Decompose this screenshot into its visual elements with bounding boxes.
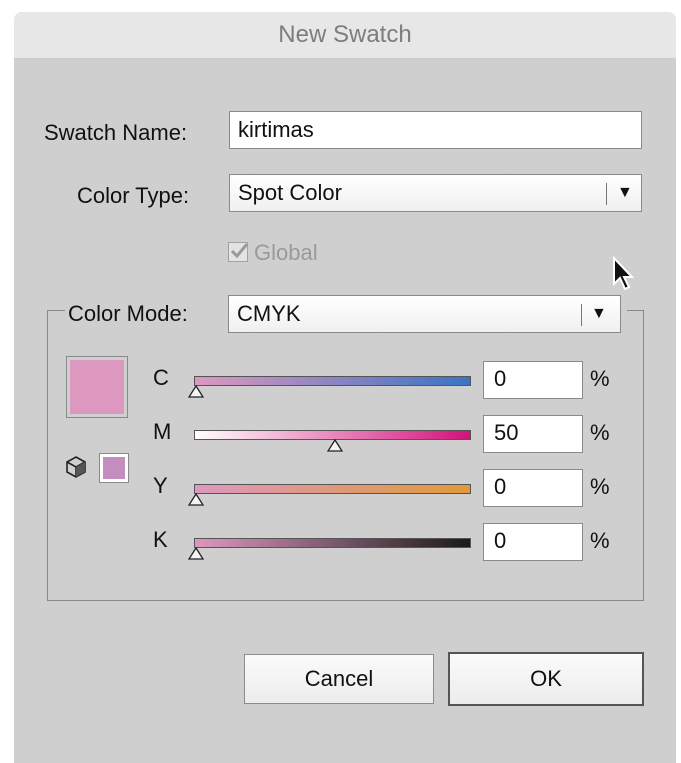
swatch-name-label: Swatch Name: [44,120,188,145]
slider-value-m[interactable]: 50 [483,415,583,453]
slider-thumb-c[interactable] [188,385,204,399]
slider-thumb-m[interactable] [326,439,343,453]
triangle-down-icon: ▼ [617,184,633,201]
checkmark-icon [228,242,249,262]
global-label: Global [254,240,318,265]
gamut-swatch[interactable] [99,453,129,483]
percent-label: % [590,474,610,499]
slider-value-c[interactable]: 0 [483,361,583,399]
percent-label: % [590,366,610,391]
slider-thumb-y[interactable] [188,493,204,507]
slider-letter-m: M [153,419,172,444]
slider-letter-k: K [153,527,168,552]
swatch-name-input[interactable]: kirtimas [229,111,642,149]
cube-icon[interactable] [64,455,88,479]
slider-letter-c: C [153,365,169,390]
triangle-down-icon: ▼ [591,305,607,322]
slider-value-k[interactable]: 0 [483,523,583,561]
ok-button[interactable]: OK [448,652,644,706]
color-mode-value: CMYK [237,301,301,326]
color-type-dropdown[interactable]: Spot Color ▼ [229,174,642,212]
slider-track-y[interactable] [194,484,471,494]
slider-thumb-k[interactable] [188,547,204,561]
new-swatch-dialog: New Swatch Swatch Name: kirtimas Color T… [14,12,676,763]
percent-label: % [590,528,610,553]
color-type-label: Color Type: [77,183,190,208]
dropdown-separator [606,183,607,205]
color-mode-dropdown[interactable]: CMYK ▼ [228,295,621,333]
slider-value-y[interactable]: 0 [483,469,583,507]
percent-label: % [590,420,610,445]
color-mode-label: Color Mode: [66,301,190,327]
arrow-cursor-icon [613,256,635,291]
dialog-title: New Swatch [14,12,676,59]
slider-track-c[interactable] [194,376,471,386]
slider-track-k[interactable] [194,538,471,548]
color-preview-swatch [66,356,128,418]
dropdown-separator [581,304,582,326]
color-type-value: Spot Color [238,180,342,205]
slider-letter-y: Y [153,473,168,498]
global-checkbox[interactable]: Global [228,240,318,266]
cancel-button[interactable]: Cancel [244,654,434,704]
